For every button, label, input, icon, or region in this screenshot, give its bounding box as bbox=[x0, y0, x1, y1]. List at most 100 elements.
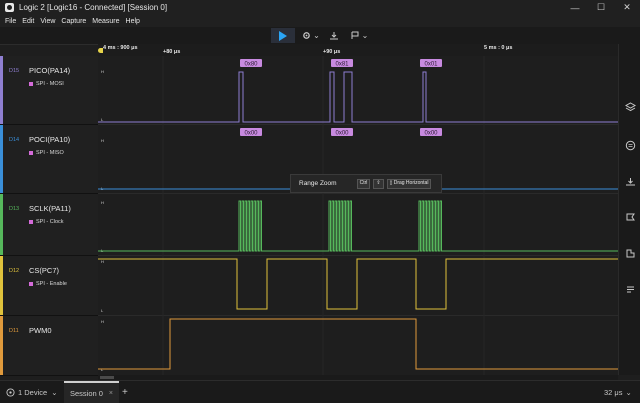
analyzer-label: SPI - Clock bbox=[36, 219, 64, 225]
sample-rate-selector[interactable]: 32 μs ⌄ bbox=[604, 381, 632, 403]
ruler-tick-90: +90 μs bbox=[323, 49, 341, 55]
d15-decode-2[interactable]: 0x01 bbox=[420, 59, 442, 68]
analyzer-tag: SPI - Enable bbox=[29, 281, 67, 287]
analyzer-label: SPI - MISO bbox=[36, 150, 64, 156]
d14-decode-2[interactable]: 0x00 bbox=[420, 128, 442, 137]
range-zoom-tooltip: Range Zoom Ctrl ⇧ ▯ Drag Horizontal bbox=[290, 174, 442, 193]
d13-high-label: H bbox=[101, 200, 104, 205]
channel-name[interactable]: SCLK(PA11) bbox=[29, 204, 71, 213]
device-settings-button[interactable]: ⌄ bbox=[299, 28, 323, 43]
analyzer-color-icon bbox=[29, 151, 33, 155]
channel-color-bar bbox=[0, 316, 3, 375]
right-sidebar bbox=[618, 44, 640, 375]
channel-color-bar bbox=[0, 194, 3, 255]
ruler-start-time: 4 ms : 900 μs bbox=[103, 45, 138, 51]
time-ruler[interactable]: 4 ms : 900 μs +80 μs +90 μs 5 ms : 0 μs bbox=[98, 44, 618, 56]
waveform-area[interactable]: H L H L H L H L H L 0x80 0x81 0x01 0x00 … bbox=[98, 56, 618, 375]
session-tab-label: Session 0 bbox=[69, 388, 103, 398]
analyzer-tag: SPI - Clock bbox=[29, 219, 64, 225]
channel-row-d14[interactable]: D14 POCI(PA10) SPI - MISO bbox=[0, 125, 98, 194]
waveform-canvas[interactable]: H L H L H L H L H L 0x80 0x81 0x01 0x00 … bbox=[98, 56, 618, 375]
analyzer-color-icon bbox=[29, 282, 33, 286]
shift-key: ⇧ bbox=[373, 178, 384, 189]
menu-capture[interactable]: Capture bbox=[61, 18, 86, 25]
ruler-tick-80: +80 μs bbox=[163, 49, 181, 55]
drag-horizontal-label: Drag Horizontal bbox=[393, 179, 429, 186]
gear-icon bbox=[303, 32, 310, 39]
scrollbar-thumb[interactable] bbox=[100, 376, 114, 379]
channel-number: D15 bbox=[9, 68, 20, 74]
marker-list-icon[interactable] bbox=[624, 212, 636, 224]
minimize-button[interactable]: — bbox=[562, 0, 588, 15]
measurements-icon[interactable] bbox=[624, 176, 636, 188]
app-logo-icon bbox=[5, 3, 14, 12]
channel-color-bar bbox=[0, 56, 3, 124]
channel-row-d12[interactable]: D12 CS(PC7) SPI - Enable bbox=[0, 256, 98, 316]
d14-high-label: H bbox=[101, 138, 104, 143]
chevron-down-icon: ⌄ bbox=[625, 387, 632, 397]
d15-decode-1[interactable]: 0x81 bbox=[331, 59, 353, 68]
d12-high-label: H bbox=[101, 259, 104, 264]
d14-decode-0[interactable]: 0x00 bbox=[240, 128, 262, 137]
channel-row-d11[interactable]: D11 PWM0 bbox=[0, 316, 98, 376]
tooltip-title: Range Zoom bbox=[299, 180, 337, 187]
chevron-down-icon: ⌄ bbox=[51, 387, 58, 397]
ctrl-key: Ctrl bbox=[356, 178, 371, 189]
channel-number: D11 bbox=[9, 328, 19, 334]
layers-icon[interactable] bbox=[624, 102, 636, 114]
channel-number: D12 bbox=[9, 268, 20, 274]
menu-edit[interactable]: Edit bbox=[22, 18, 34, 25]
d11-high-label: H bbox=[101, 319, 104, 324]
sample-rate-label: 32 μs bbox=[604, 387, 623, 397]
annotations-icon[interactable] bbox=[624, 140, 636, 152]
title-bar: Logic 2 [Logic16 - Connected] [Session 0… bbox=[0, 0, 640, 15]
channel-color-bar bbox=[0, 125, 3, 193]
menu-file[interactable]: File bbox=[5, 18, 16, 25]
channel-name[interactable]: POCI(PA10) bbox=[29, 135, 70, 144]
marker-button[interactable]: ⌄ bbox=[348, 28, 370, 43]
start-capture-button[interactable] bbox=[271, 28, 295, 43]
capture-toolbar: ⌄ ⌄ bbox=[0, 27, 640, 45]
analyzer-color-icon bbox=[29, 82, 33, 86]
svg-text:0x80: 0x80 bbox=[244, 62, 258, 68]
maximize-button[interactable]: ☐ bbox=[588, 0, 614, 15]
bottom-bar: 1 Device ⌄ Session 0 × + 32 μs ⌄ bbox=[0, 380, 640, 403]
device-icon bbox=[6, 387, 15, 397]
d15-decode-0[interactable]: 0x80 bbox=[240, 59, 262, 68]
svg-text:0x01: 0x01 bbox=[424, 62, 438, 68]
channel-row-d15[interactable]: D15 PICO(PA14) SPI - MOSI bbox=[0, 56, 98, 125]
close-tab-icon[interactable]: × bbox=[109, 390, 113, 397]
menu-view[interactable]: View bbox=[40, 18, 55, 25]
data-table-icon[interactable] bbox=[624, 284, 636, 296]
add-session-button[interactable]: + bbox=[122, 381, 128, 403]
measure-icon bbox=[330, 32, 338, 40]
channel-name[interactable]: PICO(PA14) bbox=[29, 66, 70, 75]
ruler-end-time: 5 ms : 0 μs bbox=[484, 45, 513, 51]
analyzer-color-icon bbox=[29, 220, 33, 224]
d14-decode-1[interactable]: 0x00 bbox=[331, 128, 353, 137]
d15-high-label: H bbox=[101, 69, 104, 74]
channel-name[interactable]: CS(PC7) bbox=[29, 266, 59, 275]
close-button[interactable]: ✕ bbox=[614, 0, 640, 15]
analyzer-label: SPI - MOSI bbox=[36, 81, 64, 87]
analyzer-tag: SPI - MISO bbox=[29, 150, 64, 156]
svg-text:0x00: 0x00 bbox=[335, 131, 349, 137]
analyzer-tag: SPI - MOSI bbox=[29, 81, 64, 87]
menu-help[interactable]: Help bbox=[126, 18, 140, 25]
channel-number: D14 bbox=[9, 137, 20, 143]
chevron-down-icon: ⌄ bbox=[313, 31, 320, 40]
chevron-down-icon: ⌄ bbox=[361, 31, 369, 40]
channel-color-bar bbox=[0, 256, 3, 315]
channel-name[interactable]: PWM0 bbox=[29, 326, 52, 335]
svg-text:0x81: 0x81 bbox=[335, 62, 349, 68]
window-title: Logic 2 [Logic16 - Connected] [Session 0… bbox=[19, 3, 168, 12]
channel-row-d13[interactable]: D13 SCLK(PA11) SPI - Clock bbox=[0, 194, 98, 256]
menu-measure[interactable]: Measure bbox=[92, 18, 119, 25]
session-tab[interactable]: Session 0 × bbox=[64, 381, 119, 403]
svg-text:0x00: 0x00 bbox=[244, 131, 258, 137]
device-indicator[interactable]: 1 Device ⌄ bbox=[6, 381, 57, 403]
extensions-icon[interactable] bbox=[624, 248, 636, 260]
analyzer-button[interactable] bbox=[326, 28, 342, 43]
analyzer-label: SPI - Enable bbox=[36, 281, 67, 287]
play-icon bbox=[279, 30, 287, 41]
